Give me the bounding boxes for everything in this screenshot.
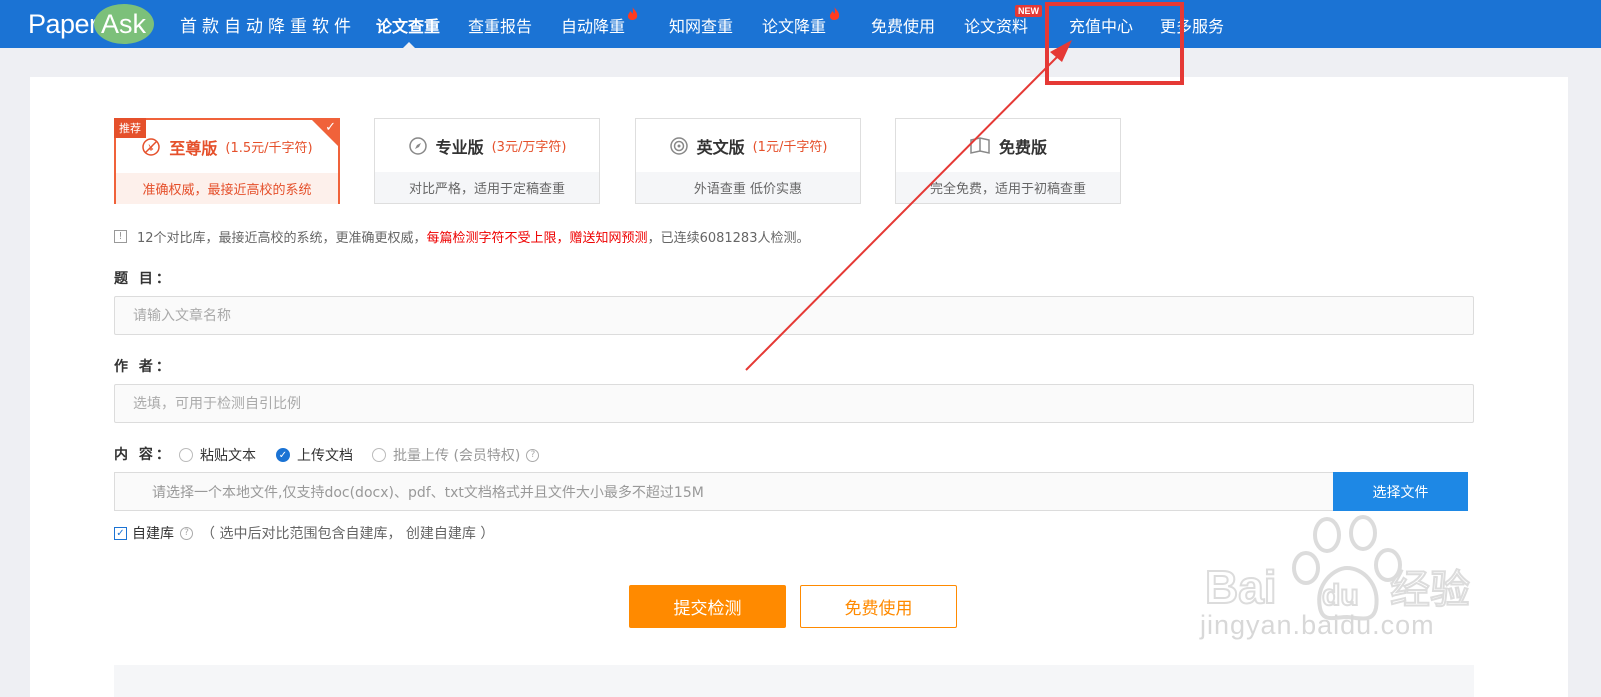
self-library-note: （ 选中后对比范围包含自建库， 创建自建库 ）: [201, 526, 495, 542]
title-input[interactable]: [114, 296, 1474, 335]
info-text: 12个对比库，最接近高校的系统，更准确更权威，: [137, 231, 427, 246]
plan-name: 至尊版: [169, 138, 218, 158]
help-icon[interactable]: ?: [526, 448, 540, 462]
radio-label: 粘贴文本: [200, 448, 256, 464]
choose-file-button[interactable]: 选择文件: [1333, 472, 1468, 511]
nav-item-cnki-check[interactable]: 知网查重: [669, 13, 733, 37]
plan-english[interactable]: 英文版 (1元/千字符) 外语查重 低价实惠: [635, 118, 861, 204]
flame-icon: [829, 7, 840, 21]
radio-upload-document[interactable]: ✓ 上传文档: [276, 445, 353, 465]
radio-checked-icon: ✓: [276, 448, 290, 462]
nav-item-recharge-center[interactable]: 充值中心: [1069, 13, 1133, 37]
nav-item-free-use[interactable]: 免费使用: [871, 13, 935, 37]
radio-paste-text[interactable]: 粘贴文本: [179, 445, 256, 465]
plan-name: 专业版: [435, 137, 484, 157]
submit-check-button[interactable]: 提交检测: [629, 585, 786, 628]
radio-label: 上传文档: [297, 448, 353, 464]
plan-price: (1元/千字符): [752, 140, 828, 155]
plan-description: 准确权威，最接近高校的系统: [116, 173, 338, 204]
plan-description: 对比严格，适用于定稿查重: [375, 172, 599, 203]
plan-description: 完全免费，适用于初稿查重: [896, 172, 1120, 203]
info-icon: !: [114, 230, 127, 243]
logo-ask-text: Ask: [93, 4, 154, 44]
check-icon: ✓: [325, 120, 336, 135]
checkbox-checked-icon[interactable]: ✓: [114, 526, 127, 540]
content-label: 内 容：: [114, 447, 173, 463]
tagline: 首款自动降重软件: [180, 17, 356, 37]
author-input[interactable]: [114, 384, 1474, 423]
new-badge: NEW: [1015, 5, 1042, 17]
target-icon: [669, 136, 688, 155]
radio-circle: [372, 448, 386, 462]
plan-name: 免费版: [998, 137, 1047, 157]
ban-icon: ¥: [142, 137, 161, 156]
nav-item-paper-reduce[interactable]: 论文降重: [762, 13, 826, 37]
top-navbar: Paper Ask 首款自动降重软件 论文查重 查重报告 自动降重 知网查重 论…: [0, 0, 1601, 49]
info-suffix: ，已连续6081283人检测。: [647, 231, 810, 246]
nav-item-more-services[interactable]: 更多服务: [1160, 13, 1224, 37]
plan-price: (3元/万字符): [491, 140, 567, 155]
info-highlight: 每篇检测字符不受上限，赠送知网预测: [426, 231, 648, 246]
svg-text:¥: ¥: [148, 143, 155, 153]
plan-professional[interactable]: 专业版 (3元/万字符) 对比严格，适用于定稿查重: [374, 118, 600, 204]
bottom-notice-strip: [114, 665, 1474, 697]
help-icon[interactable]: ?: [180, 526, 193, 540]
book-icon: [970, 136, 990, 154]
nav-item-auto-reduce[interactable]: 自动降重: [561, 13, 625, 37]
watermark-url: jingyan.baidu.com: [1200, 610, 1435, 640]
radio-circle: [179, 448, 193, 462]
plan-price: (1.5元/千字符): [225, 141, 313, 156]
self-library-option[interactable]: ✓ 自建库 ? （ 选中后对比范围包含自建库， 创建自建库 ）: [114, 523, 494, 543]
title-label: 题 目：: [114, 271, 173, 287]
self-library-label: 自建库: [132, 526, 174, 542]
logo[interactable]: Paper Ask: [28, 4, 154, 44]
compass-icon: [408, 136, 427, 155]
flame-icon: [627, 7, 638, 21]
radio-batch-upload[interactable]: 批量上传 (会员特权) ?: [372, 445, 540, 465]
plan-free[interactable]: 免费版 完全免费，适用于初稿查重: [895, 118, 1121, 204]
logo-paper-text: Paper: [28, 8, 98, 39]
recommended-badge: 推荐: [114, 118, 146, 138]
info-line: ! 12个对比库，最接近高校的系统，更准确更权威， 每篇检测字符不受上限，赠送知…: [114, 227, 809, 246]
plan-name: 英文版: [696, 137, 745, 157]
nav-item-report[interactable]: 查重报告: [468, 13, 532, 37]
author-label: 作 者：: [114, 359, 173, 375]
plan-supreme[interactable]: 推荐 ✓ ¥ 至尊版 (1.5元/千字符) 准确权威，最接近高校的系统: [114, 118, 340, 204]
free-use-button[interactable]: 免费使用: [800, 585, 957, 628]
active-nav-caret: [402, 42, 416, 49]
file-path-field[interactable]: 请选择一个本地文件,仅支持doc(docx)、pdf、txt文档格式并且文件大小…: [114, 472, 1334, 511]
nav-item-paper-check[interactable]: 论文查重: [376, 13, 440, 37]
radio-label: 批量上传 (会员特权): [393, 448, 521, 464]
plan-description: 外语查重 低价实惠: [636, 172, 860, 203]
